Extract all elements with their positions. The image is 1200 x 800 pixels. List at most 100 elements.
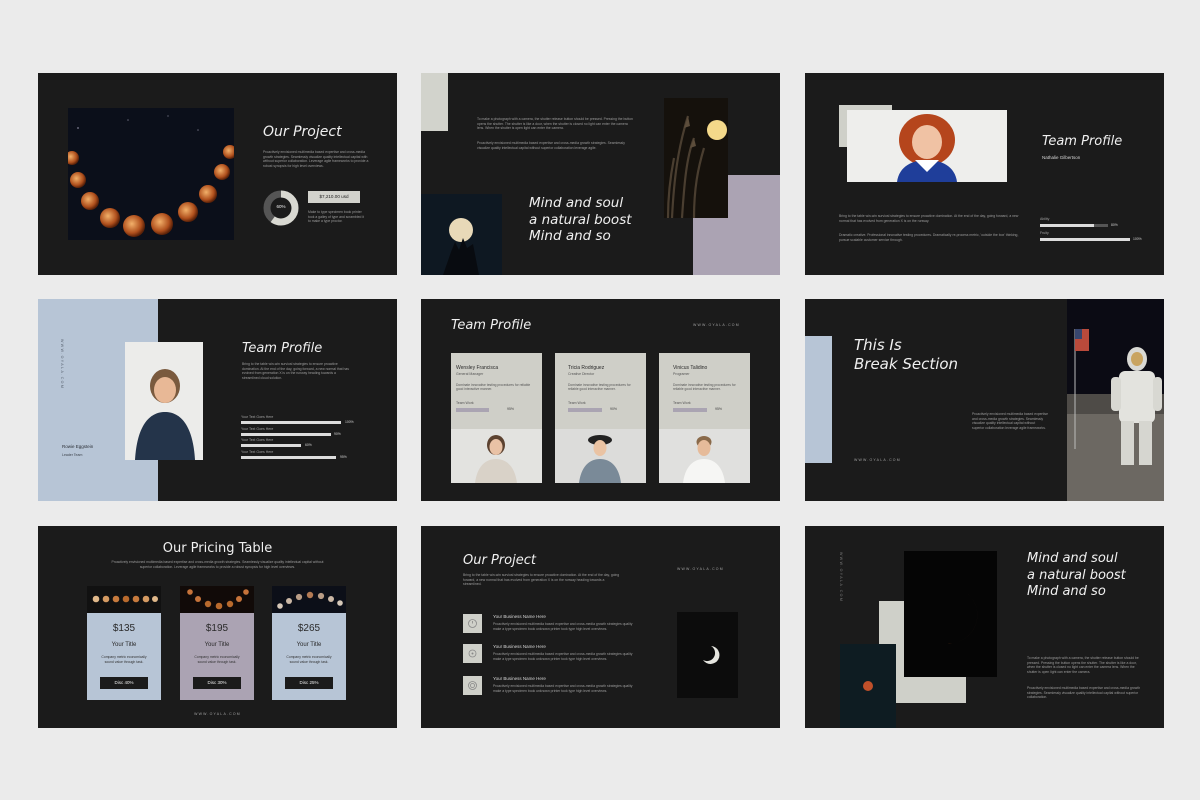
break-title-line-1: This Is [854,336,902,354]
woman-portrait-photo [847,110,1007,182]
discount-button[interactable]: Disc 40% [100,677,148,689]
team-card[interactable]: Vinicus Talidino Programer Dominate inno… [659,353,750,483]
donut-label: 60% [276,204,286,209]
member-name: Wensley Francisca [456,365,499,371]
slide-subtitle: Proactively envisioned multimedia based … [111,560,324,569]
person-name: Nathalie Gilbertson [1042,155,1081,160]
url-text: WWW.OYALA.COM [677,567,724,571]
team-fill [456,408,490,412]
url-text: WWW.OYALA.COM [693,323,740,327]
url-text: WWW.OYALA.COM [854,458,901,462]
slide-our-project-list[interactable]: Our Project WWW.OYALA.COM Bring to the t… [421,526,780,728]
skill-percent: 90% [334,431,341,436]
plan-title: Your Title [111,642,137,648]
person-name: Rowie Eggstein [62,444,94,449]
item-desc: Proactively envisioned multimedia based … [493,622,633,631]
skill-label: Your Text Goes Here [241,449,274,454]
url-text: WWW.OYALA.COM [194,712,241,716]
person-icon [579,435,621,483]
blood-moon-icon [863,681,873,691]
slide-pricing-table[interactable]: Our Pricing Table Proactively envisioned… [38,526,397,728]
item-name: Your Business Name Here [493,676,546,681]
team-label: Team Work [673,401,691,405]
break-body-text: Proactively envisioned multimedia based … [972,412,1048,430]
headline-line-3: Mind and so [1027,584,1106,599]
skill-fill [1040,238,1130,241]
headline-line-1: Mind and soul [1027,551,1118,566]
skill-row: Your Text Goes Here 90% [241,427,366,439]
person-icon [475,435,517,483]
blue-strip [805,336,832,463]
slide-team-cards[interactable]: Team Profile WWW.OYALA.COM Wensley Franc… [421,299,780,501]
discount-button[interactable]: Disc 25% [285,677,333,689]
member-photo [659,429,750,483]
slide-title: Our Pricing Table [162,541,273,556]
slide-break-section[interactable]: This Is Break Section Proactively envisi… [805,299,1164,501]
skill-fill [241,444,301,447]
skill-fill [1040,224,1095,227]
person-icon [135,369,195,460]
discount-button[interactable]: Disc 30% [193,677,241,689]
astronaut-icon [1067,329,1164,501]
slide-title: Team Profile [1042,134,1123,149]
member-role: General Manager [456,372,484,376]
slide-team-profile-1[interactable]: Team Profile Nathalie Gilbertson Bring t… [805,73,1164,275]
slide-title: Team Profile [242,341,323,356]
team-label: Team Work [456,401,474,405]
break-title-line-2: Break Section [854,355,959,373]
crescent-moon-photo [677,612,738,698]
headline: Mind and soul a natural boost Mind and s… [529,195,632,245]
vertical-url: WWW.OYALA.COM [60,339,64,390]
slide-title: Our Project [263,124,342,140]
skill-label: Your Text Goes Here [241,426,274,431]
plan-price: $265 [297,623,321,634]
moon-phases-icon [92,595,158,603]
skill-bars: Your Text Goes Here 100% Your Text Goes … [241,415,366,461]
pricing-card[interactable]: $135 Your Title Company metric economica… [87,586,161,700]
item-desc: Proactively envisioned multimedia based … [493,652,633,661]
full-moon-grass-photo [664,98,728,219]
slide-mind-and-soul-2[interactable]: WWW.OYALA.COM Mind and soul a natural bo… [805,526,1164,728]
slide-team-profile-2[interactable]: WWW.OYALA.COM Rowie Eggstein Leader Team… [38,299,397,501]
moon-arc-photo [180,586,254,613]
skill-row: Your Text Goes Here 60% [241,438,366,450]
woman-smiling-photo [125,342,203,460]
vertical-url: WWW.OYALA.COM [839,552,843,603]
moon-icon [443,218,479,275]
moon-phases-icon [65,115,237,237]
price-badge: $7,210.00 usd [308,191,360,203]
plan-desc: Company metric economically sound value … [194,655,240,664]
body-text-1: Bring to the table win-win survival stra… [839,214,1019,223]
skill-row: Your Text Goes Here 95% [241,450,366,462]
member-role: Creative Director [568,372,595,376]
plan-title: Your Title [204,642,230,648]
clock-icon [463,614,482,633]
pricing-card[interactable]: $195 Your Title Company metric economica… [180,586,254,700]
team-fill [673,408,708,412]
team-fill [568,408,603,412]
member-desc: Dominate innovative testing procedures f… [568,383,631,392]
plan-title: Your Title [296,642,322,648]
member-role: Programer [673,372,690,376]
slide-our-project[interactable]: Our Project Proactively envisioned multi… [38,73,397,275]
skill-percent: 95% [340,454,347,459]
skill-row: Your Text Goes Here 100% [241,415,366,427]
price-note: Make to type specimen book printer took … [308,210,364,224]
team-card[interactable]: Wensley Francisca General Manager Domina… [451,353,542,483]
full-moon-icon [666,115,727,219]
target-icon [463,676,482,695]
body-text-1: To make a photograph with a camera, the … [1027,656,1139,674]
team-card[interactable]: Tricia Rodriguez Creative Director Domin… [555,353,646,483]
plan-price: $195 [205,623,229,634]
headline-line-3: Mind and so [529,228,611,244]
body-text-2: Dramatic creative. Professional innovati… [839,233,1019,242]
plan-desc: Company metric economically sound value … [101,655,147,664]
item-name: Your Business Name Here [493,644,546,649]
pricing-card[interactable]: $265 Your Title Company metric economica… [272,586,346,700]
skill-row: Fruity 100% [1040,231,1150,244]
member-desc: Dominate innovative testing procedures f… [456,383,531,392]
plan-price: $135 [112,623,136,634]
headline: Mind and soul a natural boost Mind and s… [1027,551,1126,601]
slide-body-text: Bring to the table win-win survival stra… [463,573,620,587]
slide-mind-and-soul[interactable]: To make a photograph with a camera, the … [421,73,780,275]
